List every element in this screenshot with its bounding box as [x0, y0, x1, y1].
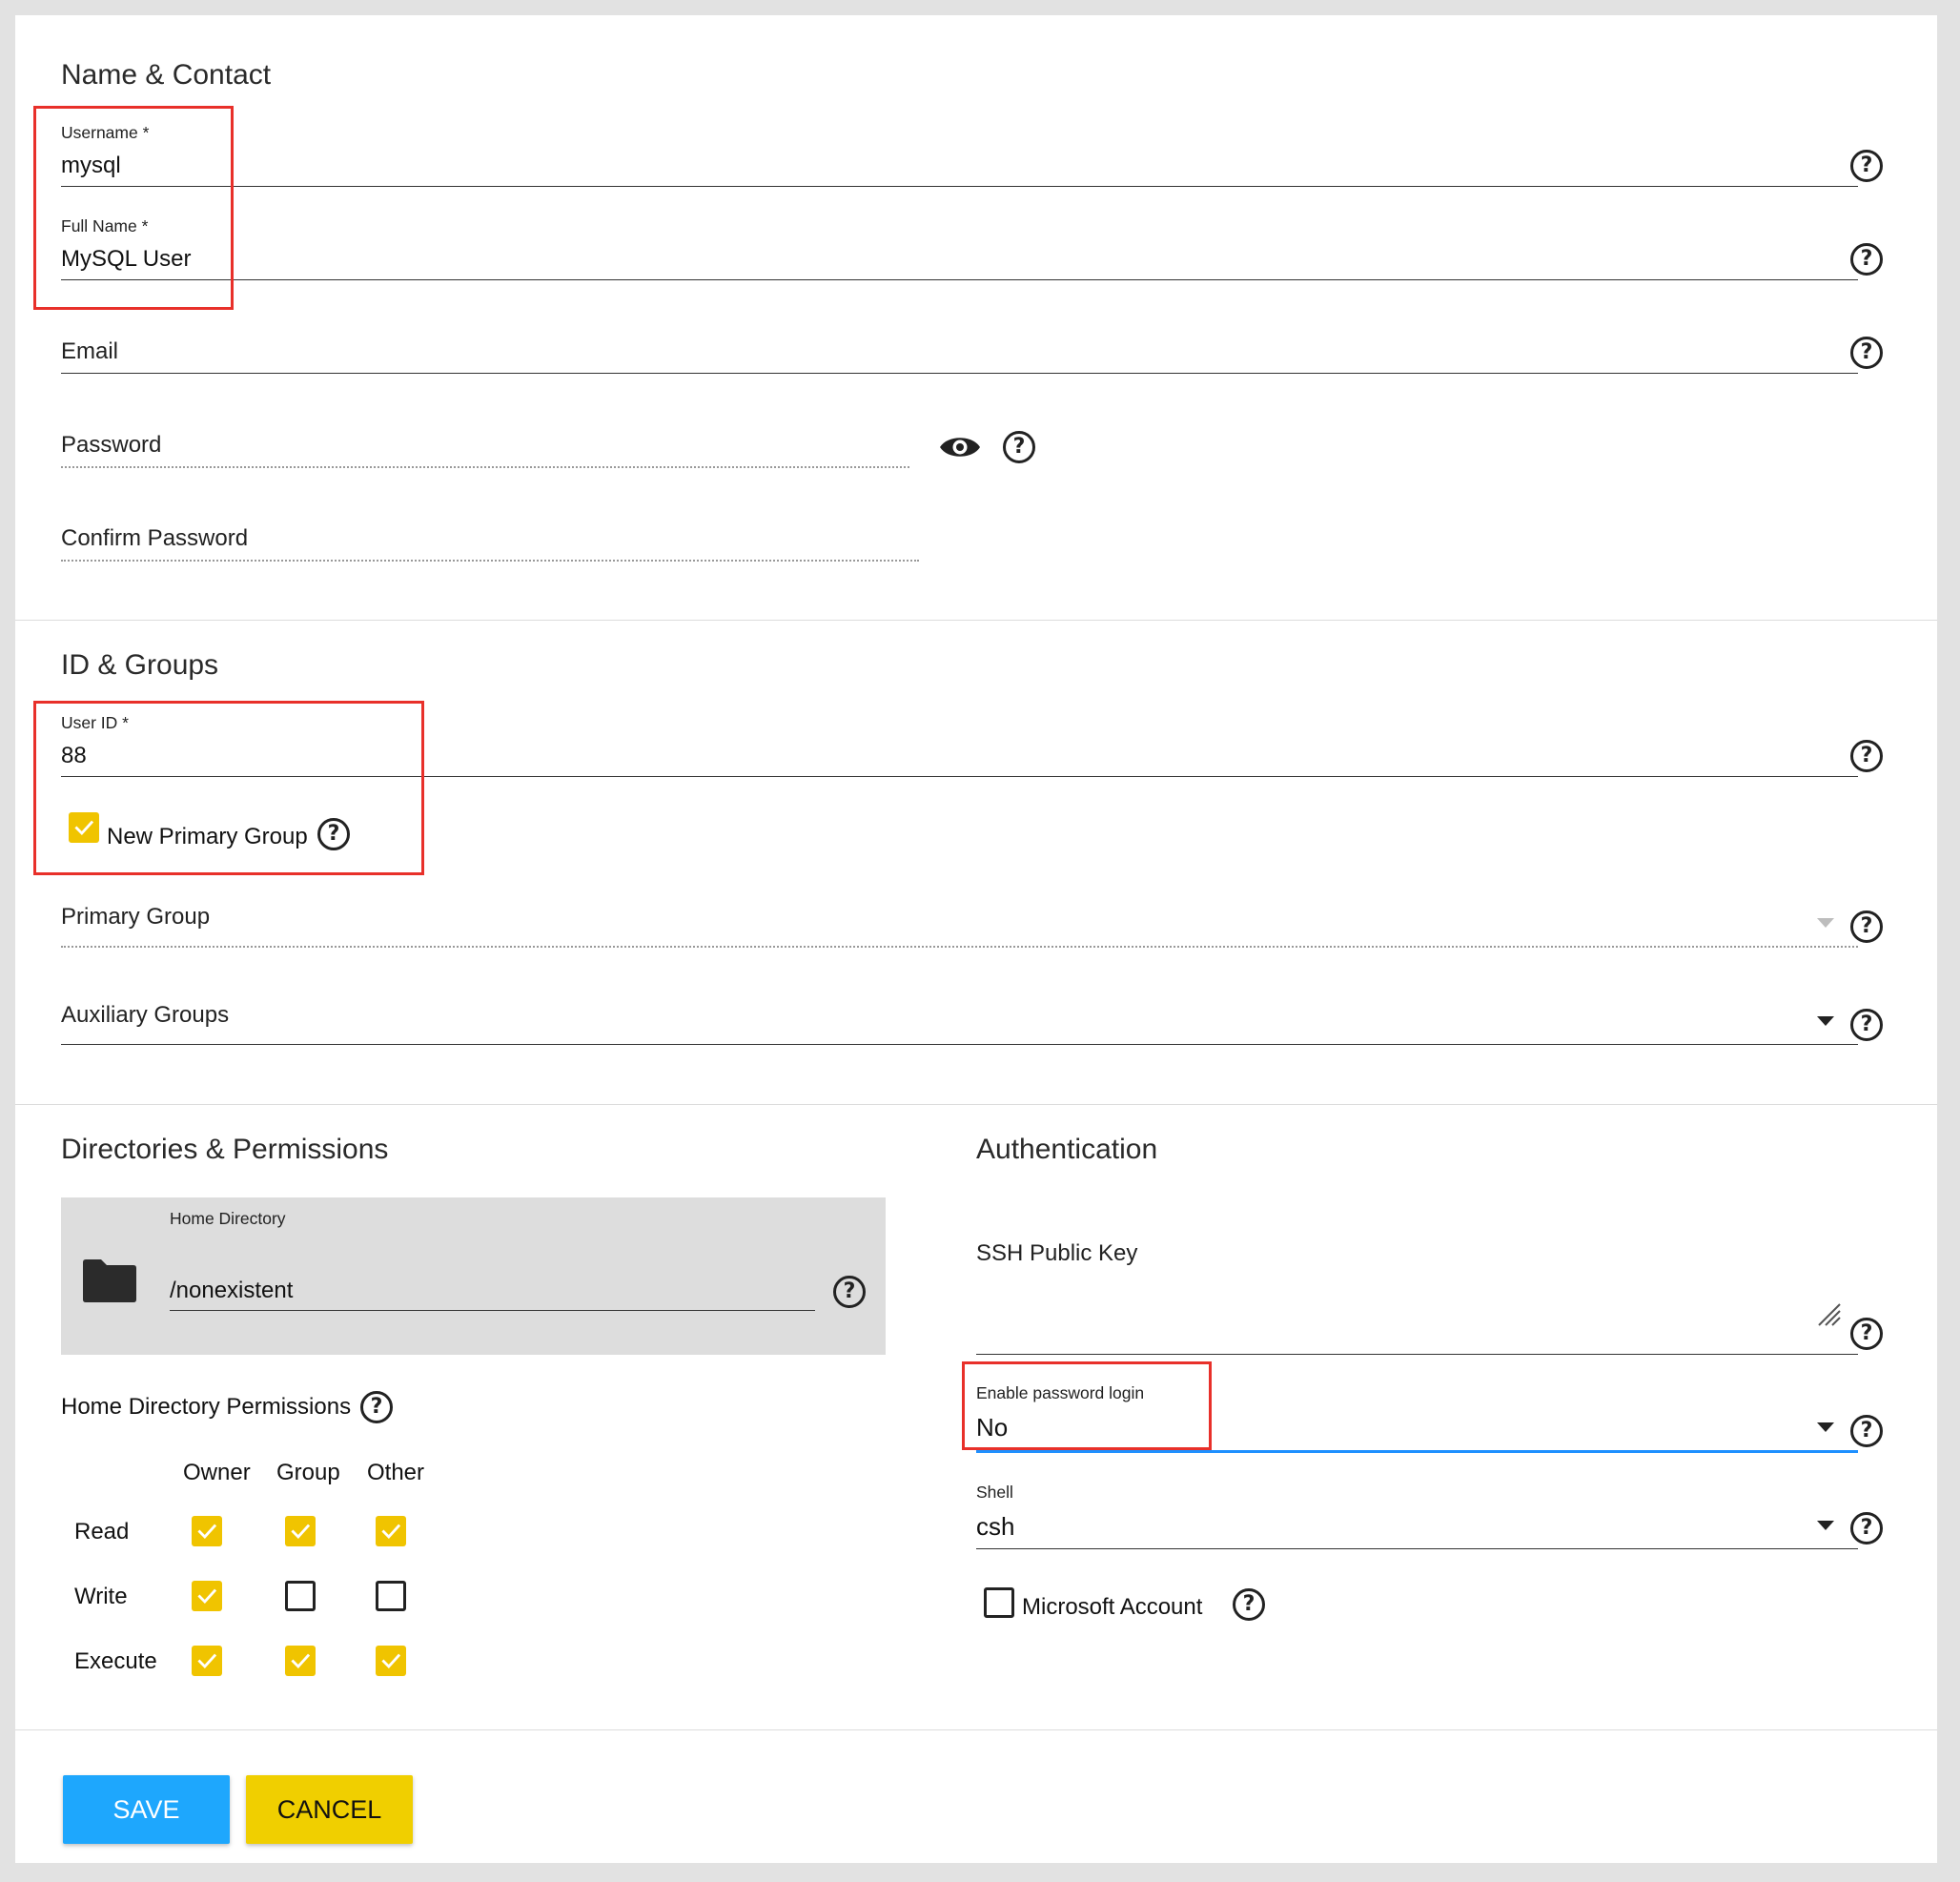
shell-chevron-down-icon: [1817, 1521, 1834, 1530]
auxiliary-groups-select[interactable]: Auxiliary Groups: [61, 1002, 229, 1029]
confirm-password-underline: [61, 560, 919, 562]
username-underline: [61, 186, 1858, 187]
permissions-row-write-label: Write: [74, 1584, 128, 1609]
ssh-public-key-textarea[interactable]: [976, 1274, 1857, 1354]
primary-group-chevron-down-icon: [1817, 918, 1834, 928]
permissions-row-execute-label: Execute: [74, 1648, 157, 1674]
auxiliary-groups-help-icon[interactable]: ?: [1850, 1009, 1883, 1041]
password-underline: [61, 466, 909, 468]
execute-group-checkbox[interactable]: [285, 1646, 316, 1676]
show-password-eye-icon[interactable]: [938, 432, 982, 467]
section-title-authentication: Authentication: [976, 1134, 1158, 1165]
primary-group-help-icon[interactable]: ?: [1850, 910, 1883, 943]
permissions-help-icon[interactable]: ?: [360, 1391, 393, 1423]
permissions-column-other: Other: [367, 1460, 425, 1485]
save-button[interactable]: SAVE: [63, 1775, 230, 1844]
folder-icon[interactable]: [80, 1257, 139, 1309]
ssh-public-key-underline: [976, 1354, 1858, 1355]
ssh-public-key-help-icon[interactable]: ?: [1850, 1318, 1883, 1350]
password-login-chevron-down-icon: [1817, 1422, 1834, 1432]
section-divider: [15, 1729, 1937, 1730]
full-name-underline: [61, 279, 1858, 280]
section-divider: [15, 1104, 1937, 1105]
confirm-password-input[interactable]: Confirm Password: [61, 525, 248, 552]
execute-other-checkbox[interactable]: [376, 1646, 406, 1676]
password-input[interactable]: Password: [61, 432, 161, 459]
section-divider: [15, 620, 1937, 621]
home-directory-input[interactable]: /nonexistent: [170, 1278, 293, 1304]
permissions-column-group: Group: [276, 1460, 340, 1485]
resize-handle-icon[interactable]: [1815, 1300, 1842, 1332]
permissions-row-read-label: Read: [74, 1519, 130, 1544]
email-help-icon[interactable]: ?: [1850, 337, 1883, 369]
microsoft-account-label: Microsoft Account: [1022, 1594, 1203, 1620]
email-input[interactable]: Email: [61, 338, 118, 365]
write-group-checkbox[interactable]: [285, 1581, 316, 1611]
write-owner-checkbox[interactable]: [192, 1581, 222, 1611]
auxiliary-groups-underline: [61, 1044, 1858, 1045]
home-directory-label: Home Directory: [170, 1209, 286, 1228]
section-title-id-groups: ID & Groups: [61, 649, 219, 681]
full-name-help-icon[interactable]: ?: [1850, 243, 1883, 276]
email-underline: [61, 373, 1858, 374]
home-directory-underline: [170, 1310, 815, 1311]
home-directory-panel: Home Directory /nonexistent ?: [61, 1197, 886, 1355]
user-id-help-icon[interactable]: ?: [1850, 740, 1883, 772]
password-login-focus-underline: [976, 1450, 1858, 1453]
section-title-directories-permissions: Directories & Permissions: [61, 1134, 389, 1165]
read-owner-checkbox[interactable]: [192, 1516, 222, 1546]
ssh-public-key-label: SSH Public Key: [976, 1240, 1138, 1266]
password-login-help-icon[interactable]: ?: [1850, 1415, 1883, 1447]
write-other-checkbox[interactable]: [376, 1581, 406, 1611]
username-help-icon[interactable]: ?: [1850, 150, 1883, 182]
primary-group-underline: [61, 946, 1858, 948]
password-help-icon[interactable]: ?: [1003, 431, 1035, 463]
highlight-box-password-login: [962, 1361, 1212, 1450]
read-other-checkbox[interactable]: [376, 1516, 406, 1546]
auxiliary-groups-chevron-down-icon: [1817, 1016, 1834, 1026]
shell-label: Shell: [976, 1483, 1013, 1502]
section-title-name-contact: Name & Contact: [61, 59, 272, 91]
shell-help-icon[interactable]: ?: [1850, 1512, 1883, 1544]
primary-group-select[interactable]: Primary Group: [61, 904, 210, 931]
permissions-column-owner: Owner: [183, 1460, 251, 1485]
highlight-box-username-fullname: [33, 106, 234, 310]
microsoft-account-checkbox[interactable]: [984, 1587, 1014, 1618]
execute-owner-checkbox[interactable]: [192, 1646, 222, 1676]
home-directory-permissions-label: Home Directory Permissions: [61, 1394, 352, 1420]
microsoft-account-help-icon[interactable]: ?: [1233, 1588, 1265, 1621]
cancel-button[interactable]: CANCEL: [246, 1775, 413, 1844]
home-directory-help-icon[interactable]: ?: [833, 1276, 866, 1308]
shell-underline: [976, 1548, 1858, 1549]
highlight-box-user-id: [33, 701, 424, 875]
user-form-card: Name & Contact Username * mysql ? Full N…: [15, 15, 1937, 1863]
shell-select[interactable]: csh: [976, 1512, 1014, 1542]
read-group-checkbox[interactable]: [285, 1516, 316, 1546]
